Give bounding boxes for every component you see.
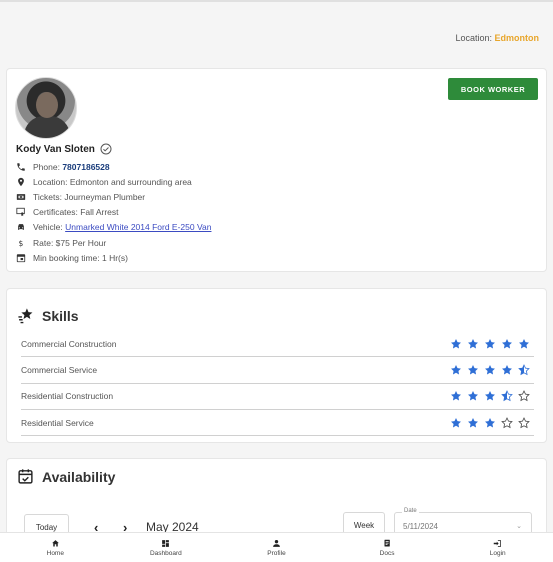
availability-title: Availability (42, 468, 116, 485)
date-field-label: Date (402, 508, 419, 514)
certificates-row: Certificates: Fall Arrest (16, 205, 211, 220)
nav-label: Login (489, 549, 506, 557)
star-filled-icon (485, 417, 495, 427)
chevron-down-icon: ⌄ (516, 523, 522, 530)
vehicle-label: Vehicle: (33, 222, 63, 233)
dashboard-icon (162, 539, 170, 547)
skill-name: Residential Service (21, 417, 94, 428)
phone-label: Phone: (33, 161, 60, 172)
phone-row: Phone: 7807186528 (16, 159, 211, 174)
nav-label: Profile (267, 549, 286, 557)
star-empty-icon (501, 416, 513, 428)
star-filled-icon (468, 338, 478, 349)
nav-label: Dashboard (149, 549, 182, 557)
star-filled-icon (485, 391, 495, 401)
star-filled-icon (468, 364, 478, 375)
nav-item-dashboard[interactable]: Dashboard (111, 533, 222, 562)
certificate-icon (16, 207, 26, 217)
star-empty-icon (518, 390, 530, 402)
location-text: Location: Edmonton and surrounding area (33, 176, 192, 187)
skill-name: Residential Construction (21, 391, 114, 402)
location-value: Edmonton (494, 33, 540, 43)
nav-item-docs[interactable]: Docs (332, 533, 443, 562)
location-indicator: Location: Edmonton (455, 33, 539, 43)
availability-header: Availability (17, 468, 115, 485)
star-filled-icon (519, 338, 529, 349)
car-icon (16, 222, 26, 232)
bottom-navigation: Home Dashboard Profile Docs Login (0, 532, 553, 562)
min-booking-text: Min booking time: 1 Hr(s) (33, 252, 128, 263)
star-half-icon (518, 364, 530, 376)
svg-text:$: $ (19, 238, 24, 247)
location-label: Location: (455, 33, 492, 43)
calendar-clock-icon (16, 253, 26, 263)
skill-rating (450, 390, 534, 402)
location-pin-icon (16, 177, 26, 187)
date-field-value: 5/11/2024 (403, 522, 438, 531)
star-filled-icon (468, 417, 478, 427)
skill-row: Commercial Construction (21, 331, 534, 358)
star-filled-icon (502, 364, 512, 375)
top-divider (0, 0, 553, 2)
avatar (15, 77, 77, 139)
worker-info-list: Phone: 7807186528 Location: Edmonton and… (16, 159, 211, 265)
skill-rating (450, 364, 534, 376)
dollar-icon: $ (16, 238, 26, 248)
book-worker-button[interactable]: BOOK WORKER (448, 78, 538, 100)
skill-row: Residential Service (21, 410, 534, 437)
nav-item-login[interactable]: Login (442, 533, 553, 562)
skill-rating (450, 338, 534, 350)
star-filled-icon (451, 338, 461, 349)
phone-value[interactable]: 7807186528 (62, 162, 109, 172)
skills-star-icon (18, 308, 33, 324)
rate-row: $ Rate: $75 Per Hour (16, 235, 211, 250)
location-row: Location: Edmonton and surrounding area (16, 174, 211, 189)
star-filled-icon (451, 364, 461, 375)
person-icon (273, 539, 280, 547)
star-filled-icon (502, 338, 512, 349)
verified-check-icon (100, 143, 112, 155)
login-icon (493, 539, 502, 547)
skill-name: Commercial Service (21, 364, 98, 375)
star-filled-icon (485, 364, 495, 375)
certificates-text: Certificates: Fall Arrest (33, 207, 119, 218)
ticket-icon (16, 192, 26, 202)
nav-label: Home (46, 549, 64, 557)
nav-item-home[interactable]: Home (0, 533, 111, 562)
star-filled-icon (451, 417, 461, 427)
calendar-check-icon (18, 469, 33, 484)
worker-name-row: Kody Van Sloten (16, 143, 112, 155)
vehicle-link[interactable]: Unmarked White 2014 Ford E-250 Van (65, 222, 211, 232)
vehicle-row: Vehicle: Unmarked White 2014 Ford E-250 … (16, 220, 211, 235)
skill-row: Commercial Service (21, 357, 534, 384)
star-filled-icon (468, 391, 478, 401)
skills-header: Skills (17, 307, 79, 324)
skill-name: Commercial Construction (21, 338, 117, 349)
home-icon (51, 539, 59, 546)
profile-card: BOOK WORKER Kody Van Sloten Phone: 78071… (6, 68, 547, 272)
tickets-text: Tickets: Journeyman Plumber (33, 191, 146, 202)
tickets-row: Tickets: Journeyman Plumber (16, 189, 211, 204)
phone-icon (16, 162, 26, 172)
skill-rating (450, 416, 534, 429)
star-empty-icon (518, 416, 530, 428)
rate-text: Rate: $75 Per Hour (33, 237, 107, 248)
docs-icon (384, 539, 390, 546)
skill-row: Residential Construction (21, 384, 534, 410)
nav-label: Docs (379, 549, 395, 557)
skills-list: Commercial Construction Commercial Servic… (21, 331, 534, 437)
nav-item-profile[interactable]: Profile (221, 533, 332, 562)
skills-title: Skills (42, 307, 79, 324)
worker-name: Kody Van Sloten (16, 143, 95, 155)
min-booking-row: Min booking time: 1 Hr(s) (16, 250, 211, 265)
star-filled-icon (485, 338, 495, 349)
star-filled-icon (451, 391, 461, 401)
star-half-icon (501, 390, 513, 402)
skills-card: Skills Commercial Construction Commercial… (6, 288, 547, 443)
